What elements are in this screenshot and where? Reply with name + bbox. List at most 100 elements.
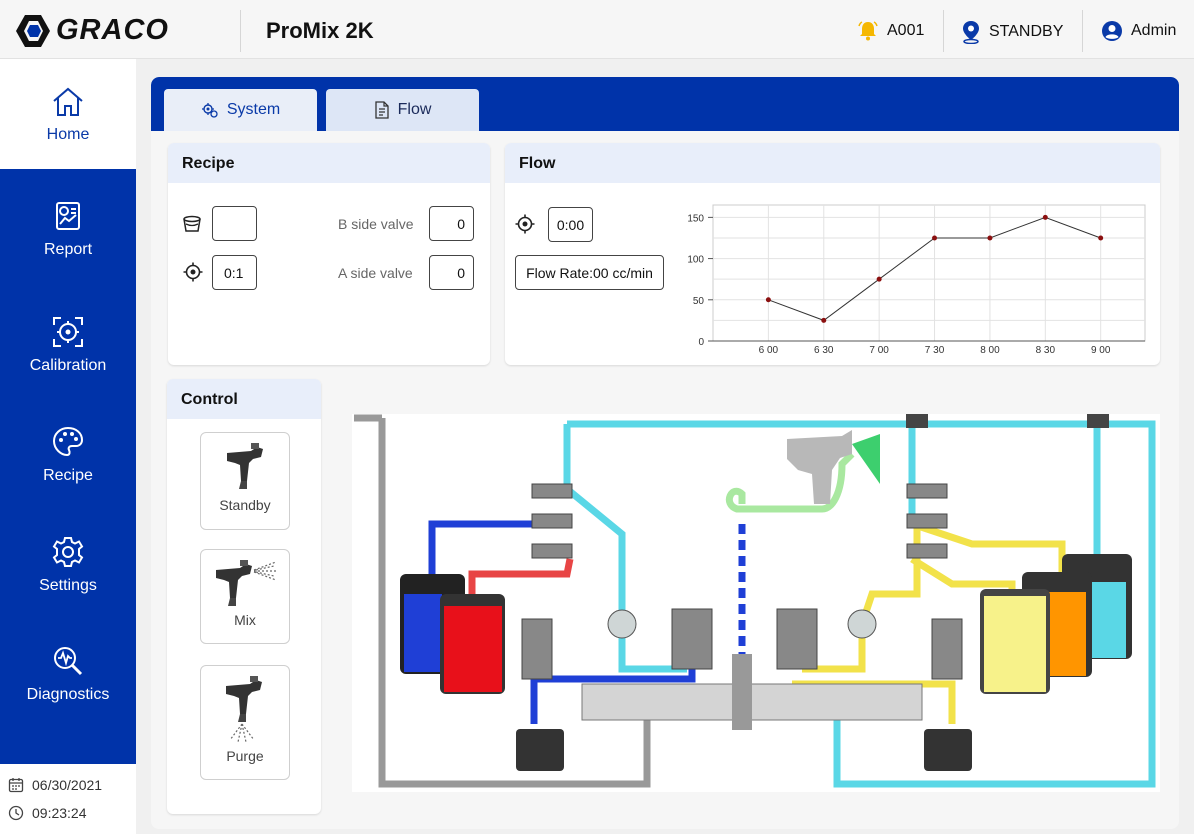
a-side-valve-label: A side valve — [338, 265, 413, 281]
sidebar-item-label: Recipe — [43, 467, 93, 484]
recipe-card: Recipe 0:1 B side valve 0 A side valve 0 — [168, 143, 490, 365]
bucket-icon — [183, 215, 201, 232]
calibration-icon — [53, 317, 83, 347]
chart-x-tick-label: 6 00 — [759, 345, 779, 356]
control-card-title: Control — [167, 379, 321, 419]
diagnostics-icon — [54, 647, 83, 676]
standby-button[interactable]: Standby — [200, 432, 290, 530]
purge-label: Purge — [226, 748, 264, 764]
sidebar-item-home[interactable]: Home — [0, 86, 136, 144]
target-icon — [183, 262, 203, 282]
home-icon — [53, 87, 83, 116]
mix-button[interactable]: Mix — [200, 549, 290, 644]
recipe-icon — [52, 426, 84, 457]
sidebar-item-label: Home — [46, 126, 90, 143]
chart-data-point — [1042, 214, 1048, 220]
document-icon — [374, 101, 389, 119]
spray-gun-purge-icon — [226, 676, 262, 743]
chart-x-tick-label: 6 30 — [814, 345, 834, 356]
main-panel: System Flow Recipe 0:1 B side valve 0 A … — [151, 77, 1179, 829]
date-text: 06/30/2021 — [32, 777, 103, 793]
mixing-system-diagram — [354, 414, 1156, 788]
sidebar: Home Report Calibration Recipe Settings … — [0, 59, 136, 834]
chart-x-tick-label: 7 00 — [869, 345, 889, 356]
system-status: STANDBY — [989, 23, 1064, 40]
app-title: ProMix 2K — [266, 18, 374, 43]
tab-label: Flow — [397, 101, 432, 118]
flow-card: Flow 0:00 Flow Rate:00 cc/min 0 50 100 150 6… — [505, 143, 1160, 365]
sidebar-item-label: Diagnostics — [26, 686, 110, 703]
chart-x-tick-label: 8 30 — [1036, 345, 1056, 356]
chart-data-point — [821, 317, 827, 323]
tab-label: System — [226, 101, 281, 118]
graco-logo: GRACO — [16, 14, 169, 47]
a-side-valve-field[interactable]: 0 — [429, 255, 474, 290]
sidebar-item-label: Calibration — [29, 357, 107, 374]
current-time: 09:23:24 — [8, 805, 87, 821]
tab-flow[interactable]: Flow — [326, 89, 479, 131]
component-a-drums — [400, 574, 505, 694]
ratio-field[interactable]: 0:1 — [212, 255, 257, 290]
header-divider — [1082, 10, 1083, 52]
user-name: Admin — [1131, 22, 1177, 39]
chart-y-tick-label: 50 — [693, 296, 705, 307]
clock-icon — [8, 805, 24, 821]
sidebar-item-diagnostics[interactable]: Diagnostics — [0, 644, 136, 704]
tab-system[interactable]: System — [164, 89, 317, 131]
b-side-valve-label: B side valve — [338, 216, 414, 232]
b-side-valve-field[interactable]: 0 — [429, 206, 474, 241]
location-pin-icon — [963, 21, 979, 44]
system-diagram — [352, 414, 1160, 792]
sidebar-item-report[interactable]: Report — [0, 199, 136, 259]
alarm-bell-icon — [858, 21, 878, 41]
waste-bucket-left — [516, 729, 564, 771]
logo-text: GRACO — [56, 14, 169, 46]
chart-data-point — [765, 297, 771, 303]
standby-label: Standby — [219, 497, 271, 513]
chart-x-tick-label: 7 30 — [925, 345, 945, 356]
time-text: 09:23:24 — [32, 805, 87, 821]
flow-timer-value: 0:00 — [556, 216, 585, 233]
ratio-value: 0:1 — [224, 264, 244, 281]
chart-data-point — [1098, 235, 1104, 241]
chart-data-point — [932, 235, 938, 241]
alarm-indicator[interactable]: A001 — [857, 20, 924, 42]
b-side-valve-value: 0 — [457, 215, 465, 232]
chart-x-tick-label: 9 00 — [1091, 345, 1111, 356]
top-bar: GRACO ProMix 2K A001 STANDBY Admin — [0, 0, 1194, 59]
recipe-number-field[interactable] — [212, 206, 257, 241]
current-date: 06/30/2021 — [8, 777, 102, 793]
sidebar-item-label: Report — [43, 241, 93, 258]
flow-chart: 0 50 100 150 6 00 6 30 7 00 7 30 8 00 8 30 9 00 — [687, 204, 1146, 356]
recipe-card-title: Recipe — [168, 143, 490, 183]
flow-timer-field[interactable]: 0:00 — [548, 207, 593, 242]
chart-y-tick-label: 0 — [698, 337, 704, 348]
header-divider — [240, 10, 241, 52]
tab-bar: System Flow — [151, 77, 1179, 131]
gears-icon — [201, 103, 218, 118]
sidebar-item-settings[interactable]: Settings — [0, 535, 136, 595]
purge-button[interactable]: Purge — [200, 665, 290, 780]
header-divider — [943, 10, 944, 52]
flow-rate-value: Flow Rate:00 cc/min — [526, 264, 653, 281]
waste-bucket-right — [924, 729, 972, 771]
calendar-icon — [8, 778, 24, 793]
flow-rate-field[interactable]: Flow Rate:00 cc/min — [515, 255, 664, 290]
sidebar-item-calibration[interactable]: Calibration — [0, 315, 136, 375]
flow-card-title: Flow — [505, 143, 1160, 183]
chart-y-tick-label: 100 — [687, 255, 704, 266]
chart-y-tick-label: 150 — [687, 213, 704, 224]
target-icon — [515, 214, 535, 234]
status-indicator[interactable]: STANDBY — [961, 20, 1063, 44]
alarm-code: A001 — [887, 22, 925, 39]
gear-icon — [52, 537, 84, 567]
spray-gun-mix-icon — [216, 560, 277, 606]
sidebar-item-label: Settings — [39, 577, 97, 594]
chart-x-tick-label: 8 00 — [980, 345, 1000, 356]
user-menu[interactable]: Admin — [1101, 20, 1176, 42]
sidebar-item-recipe[interactable]: Recipe — [0, 425, 136, 485]
a-side-valve-value: 0 — [457, 264, 465, 281]
graco-logo-mark — [16, 14, 50, 47]
control-card: Control Standby Mix Purge — [167, 379, 321, 814]
report-icon — [56, 202, 80, 230]
